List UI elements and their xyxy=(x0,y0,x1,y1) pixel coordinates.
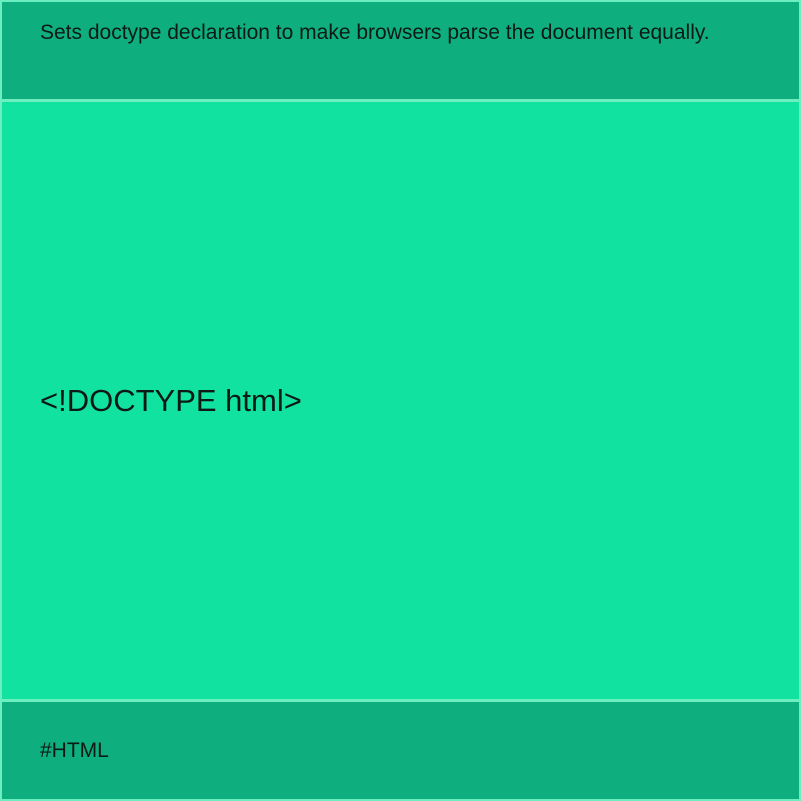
flashcard: Sets doctype declaration to make browser… xyxy=(2,2,799,799)
tag-text[interactable]: #HTML xyxy=(40,739,109,763)
code-text: <!DOCTYPE html> xyxy=(40,382,302,418)
card-code: <!DOCTYPE html> xyxy=(2,102,799,699)
card-description: Sets doctype declaration to make browser… xyxy=(2,2,799,99)
card-tag: #HTML xyxy=(2,702,799,799)
